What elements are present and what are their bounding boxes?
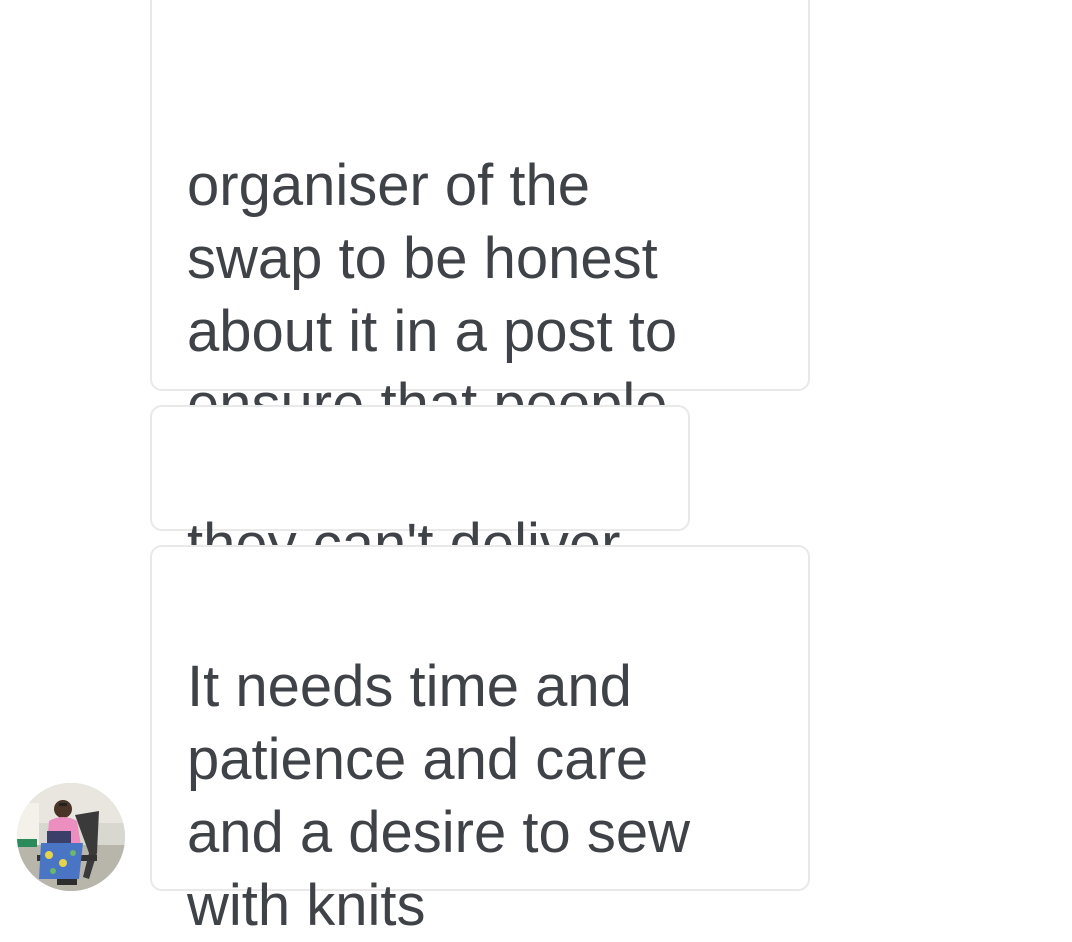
sender-avatar[interactable] (17, 783, 125, 891)
message-text: It needs time and patience and care and … (187, 654, 690, 938)
message-bubble[interactable]: It needs time and patience and care and … (150, 545, 810, 938)
clipped-message-line: ... (187, 39, 778, 76)
message-bubble[interactable]: they can't deliver. (150, 405, 690, 577)
person-sewing-photo-icon (17, 783, 125, 891)
message-thread: ... organiser of the swap to be honest a… (0, 0, 1072, 938)
message-bubble[interactable]: ... organiser of the swap to be honest a… (150, 0, 810, 510)
